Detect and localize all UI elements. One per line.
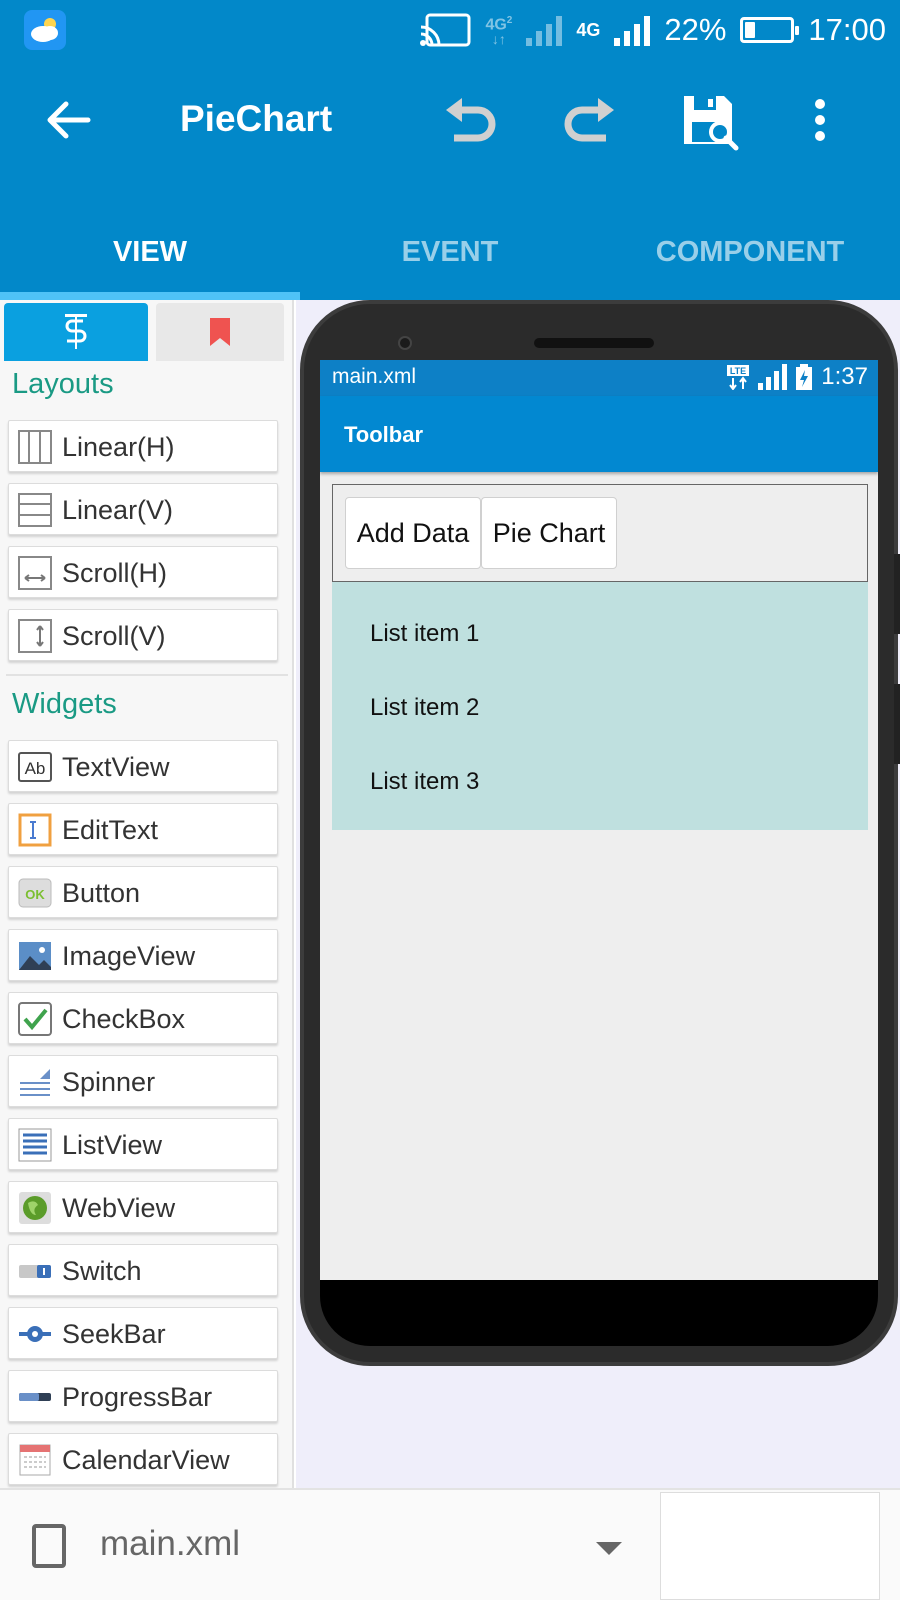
phone-speaker (534, 338, 654, 348)
scroll-h-icon (18, 556, 52, 590)
preview-battery-icon (796, 364, 813, 390)
linear-h-icon (18, 430, 52, 464)
back-arrow-icon[interactable] (44, 96, 92, 144)
widgets-tab-icon (65, 314, 87, 349)
palette-item-checkbox[interactable]: CheckBox (8, 992, 278, 1044)
tab-event[interactable]: EVENT (300, 210, 600, 294)
edittext-icon (18, 813, 52, 847)
undo-icon[interactable] (440, 92, 500, 152)
imageview-icon (19, 942, 51, 970)
seekbar-icon (19, 1326, 51, 1342)
textview-icon: Ab (18, 752, 52, 782)
palette-item-textview[interactable]: Ab TextView (8, 740, 278, 792)
calendarview-icon (19, 1444, 51, 1476)
signal-icon-sim2 (614, 14, 651, 46)
tab-component[interactable]: COMPONENT (600, 210, 900, 294)
preview-listview[interactable]: List item 1 List item 2 List item 3 (332, 582, 868, 830)
tab-indicator (0, 292, 300, 300)
status-time: 17:00 (808, 12, 886, 47)
battery-icon (740, 17, 800, 43)
palette-item-switch[interactable]: Switch (8, 1244, 278, 1296)
checkbox-icon (18, 1002, 52, 1036)
palette-tab-bookmarks[interactable] (156, 303, 284, 361)
palette-item-scroll-h[interactable]: Scroll(H) (8, 546, 278, 598)
layout-preview-area: main.xml LTE 1:37 Toolbar Add Data Pie C… (296, 300, 900, 1488)
tab-view[interactable]: VIEW (0, 210, 300, 294)
list-item[interactable]: List item 1 (370, 620, 479, 648)
section-divider (6, 674, 288, 676)
chevron-down-icon[interactable] (596, 1542, 622, 1555)
bottom-right-panel[interactable] (660, 1492, 880, 1600)
battery-percent: 22% (664, 12, 727, 47)
svg-text:OK: OK (25, 887, 45, 902)
preview-toolbar-title: Toolbar (344, 422, 424, 447)
widget-palette: Layouts Linear(H) Linear(V) Scroll(H) Sc… (0, 300, 294, 1488)
palette-item-webview[interactable]: WebView (8, 1181, 278, 1233)
preview-signal-icon (758, 364, 788, 390)
phone-frame: main.xml LTE 1:37 Toolbar Add Data Pie C… (300, 300, 900, 1366)
switch-icon (19, 1265, 51, 1278)
page-title: PieChart (180, 98, 333, 139)
bookmark-icon (210, 318, 230, 346)
side-button (894, 554, 900, 634)
section-title-layouts: Layouts (12, 368, 114, 400)
file-icon (32, 1524, 66, 1568)
spinner-icon (20, 1069, 50, 1096)
palette-item-imageview[interactable]: ImageView (8, 929, 278, 981)
button-icon: OK (18, 878, 52, 908)
file-selector-bar: main.xml (0, 1488, 900, 1600)
palette-item-linear-h[interactable]: Linear(H) (8, 420, 278, 472)
side-button (894, 684, 900, 764)
phone-chin (320, 1280, 878, 1346)
preview-filename: main.xml (332, 365, 417, 388)
tab-bar: VIEW EVENT COMPONENT (0, 210, 900, 300)
palette-item-calendarview[interactable]: CalendarView (8, 1433, 278, 1485)
svg-text:Ab: Ab (25, 759, 46, 778)
app-bar: PieChart VIEW EVENT COMPONENT (0, 60, 900, 300)
preview-time: 1:37 (821, 363, 868, 390)
palette-item-seekbar[interactable]: SeekBar (8, 1307, 278, 1359)
section-title-widgets: Widgets (12, 688, 117, 720)
listview-icon (18, 1128, 52, 1162)
preview-toolbar: Toolbar (320, 396, 878, 472)
network-type-sim1: 4G2 ↓↑ (485, 14, 513, 48)
palette-item-edittext[interactable]: EditText (8, 803, 278, 855)
svg-text:LTE: LTE (730, 366, 746, 376)
pie-chart-button[interactable]: Pie Chart (481, 497, 617, 569)
phone-screen: main.xml LTE 1:37 Toolbar Add Data Pie C… (320, 360, 878, 1280)
add-data-button[interactable]: Add Data (345, 497, 481, 569)
weather-icon (24, 10, 66, 50)
list-item[interactable]: List item 2 (370, 694, 479, 722)
palette-item-button[interactable]: OK Button (8, 866, 278, 918)
front-camera (398, 336, 412, 350)
palette-item-linear-v[interactable]: Linear(V) (8, 483, 278, 535)
redo-icon[interactable] (560, 92, 620, 152)
system-status-bar: 4G2 ↓↑ 4G 22% 17:00 (0, 0, 900, 60)
file-name[interactable]: main.xml (100, 1524, 240, 1564)
network-type-sim2: 4G (576, 20, 601, 40)
palette-item-progressbar[interactable]: ProgressBar (8, 1370, 278, 1422)
lte-icon: LTE (727, 365, 750, 390)
preview-linear-horizontal[interactable]: Add Data Pie Chart (332, 484, 868, 582)
palette-item-spinner[interactable]: Spinner (8, 1055, 278, 1107)
preview-status-bar: main.xml LTE 1:37 (320, 360, 878, 396)
more-vert-icon[interactable] (808, 92, 832, 152)
palette-tab-widgets[interactable] (4, 303, 148, 361)
palette-item-scroll-v[interactable]: Scroll(V) (8, 609, 278, 661)
cast-icon (420, 13, 471, 47)
scroll-v-icon (18, 619, 52, 653)
progressbar-icon (19, 1393, 51, 1401)
save-icon[interactable] (680, 92, 740, 152)
linear-v-icon (18, 493, 52, 527)
list-item[interactable]: List item 3 (370, 768, 479, 796)
palette-item-listview[interactable]: ListView (8, 1118, 278, 1170)
signal-icon-sim1 (526, 14, 563, 46)
webview-icon (19, 1192, 51, 1224)
